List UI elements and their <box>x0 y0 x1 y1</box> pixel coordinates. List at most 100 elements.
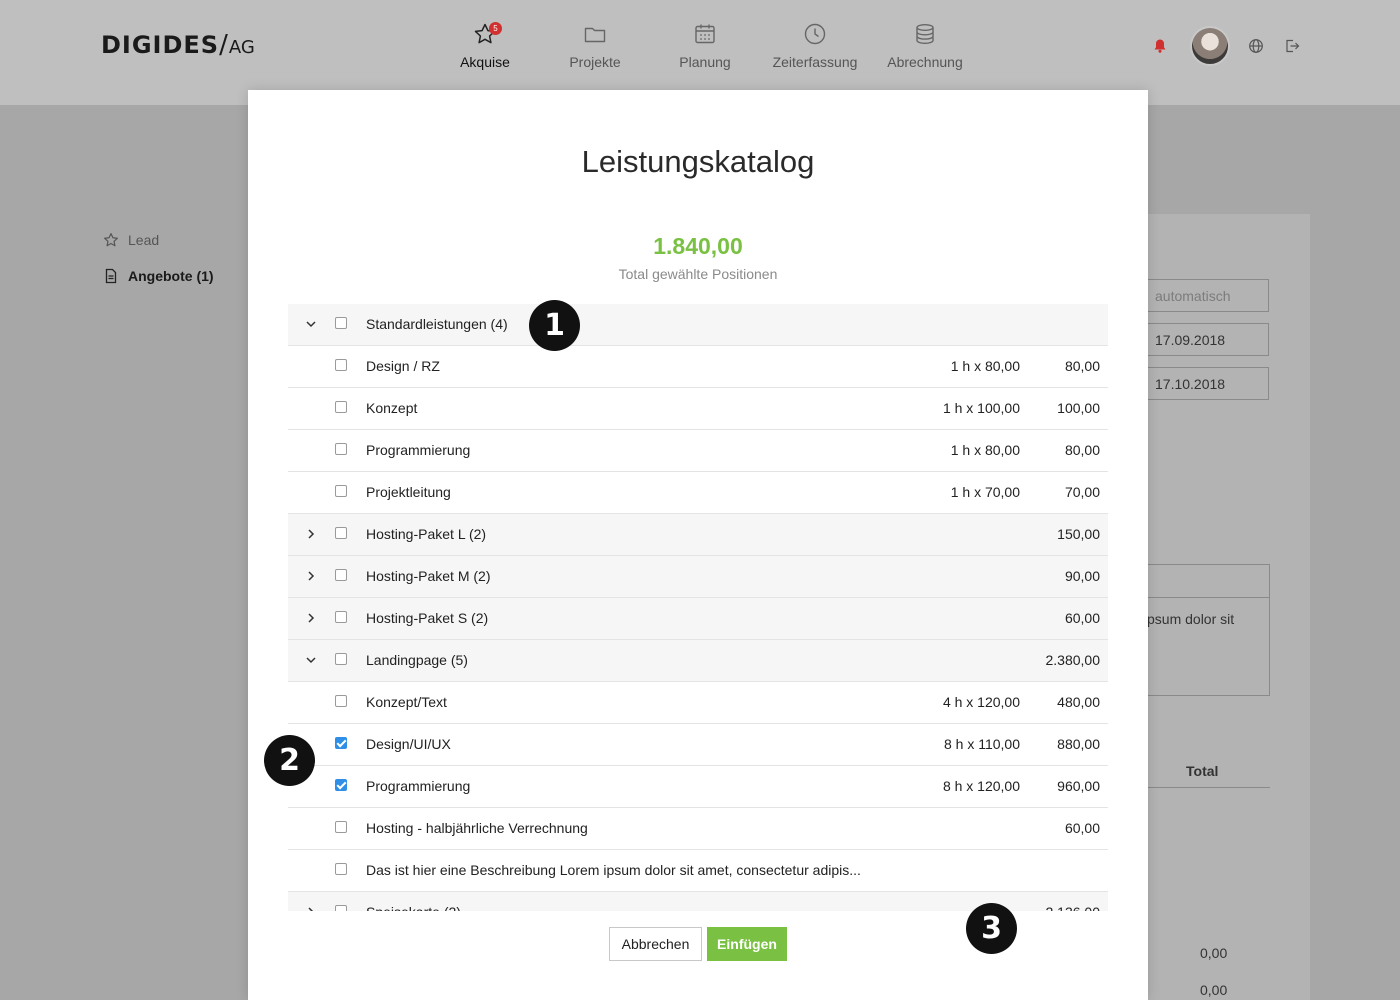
row-label: Design / RZ <box>366 358 440 374</box>
row-amount: 2.380,00 <box>1045 652 1101 668</box>
chevron-down-icon[interactable] <box>305 652 317 668</box>
row-checkbox[interactable] <box>335 905 347 911</box>
sidebar-item-lead[interactable]: Lead <box>103 232 159 248</box>
nav-label: Abrechnung <box>887 54 963 70</box>
catalog-item-row[interactable]: Design / RZ 1 h x 80,00 80,00 <box>288 346 1108 388</box>
catalog-item-row[interactable]: Konzept 1 h x 100,00 100,00 <box>288 388 1108 430</box>
row-checkbox[interactable] <box>335 611 347 623</box>
row-label: Design/UI/UX <box>366 736 451 752</box>
logo[interactable]: DIGIDES/AG <box>101 30 255 60</box>
chevron-right-icon[interactable] <box>305 610 317 626</box>
row-amount: 960,00 <box>1057 778 1100 794</box>
chevron-right-icon[interactable] <box>305 526 317 542</box>
row-checkbox[interactable] <box>335 779 347 791</box>
row-checkbox[interactable] <box>335 569 347 581</box>
row-amount: 80,00 <box>1064 442 1100 458</box>
row-checkbox[interactable] <box>335 317 347 329</box>
selected-total-value: 1.840,00 <box>653 233 743 259</box>
valid-until-field[interactable]: 17.10.2018 <box>1140 367 1269 400</box>
row-quantity: 8 h x 120,00 <box>942 778 1020 794</box>
catalog-item-row[interactable]: Programmierung 8 h x 120,00 960,00 <box>288 766 1108 808</box>
nav-label: Planung <box>679 54 731 70</box>
catalog-item-row[interactable]: Projektleitung 1 h x 70,00 70,00 <box>288 472 1108 514</box>
catalog-item-row[interactable]: Programmierung 1 h x 80,00 80,00 <box>288 430 1108 472</box>
row-amount: 880,00 <box>1057 736 1100 752</box>
chevron-down-icon[interactable] <box>305 316 317 332</box>
row-amount: 60,00 <box>1064 610 1100 626</box>
catalog-group-row[interactable]: Hosting-Paket M (2) 90,00 <box>288 556 1108 598</box>
logo-suffix: AG <box>228 37 255 58</box>
catalog-group-row[interactable]: Hosting-Paket L (2) 150,00 <box>288 514 1108 556</box>
chevron-right-icon[interactable] <box>305 904 317 911</box>
row-checkbox[interactable] <box>335 821 347 833</box>
row-label: Das ist hier eine Beschreibung Lorem ips… <box>366 862 861 878</box>
sidebar-item-label: Lead <box>128 232 160 248</box>
row-label: Projektleitung <box>366 484 451 500</box>
total-value: 0,00 <box>1200 982 1228 998</box>
row-checkbox[interactable] <box>335 359 347 371</box>
catalog-group-row[interactable]: Landingpage (5) 2.380,00 <box>288 640 1108 682</box>
sidebar-item-label: Angebote (1) <box>128 268 214 284</box>
row-checkbox[interactable] <box>335 401 347 413</box>
row-label: Speisekarte (2) <box>366 904 461 911</box>
row-checkbox[interactable] <box>335 737 347 749</box>
catalog-item-row[interactable]: Design/UI/UX 8 h x 110,00 880,00 <box>288 724 1108 766</box>
catalog-item-row[interactable]: Konzept/Text 4 h x 120,00 480,00 <box>288 682 1108 724</box>
notification-badge: 5 <box>489 22 502 35</box>
logout-icon[interactable] <box>1284 38 1300 54</box>
row-amount: 100,00 <box>1057 400 1100 416</box>
row-checkbox[interactable] <box>335 863 347 875</box>
catalog-group-row[interactable]: Hosting-Paket S (2) 60,00 <box>288 598 1108 640</box>
insert-button[interactable]: Einfügen <box>707 927 787 961</box>
database-icon <box>916 24 934 45</box>
sidebar-item-angebote[interactable]: Angebote (1) <box>103 268 214 284</box>
row-checkbox[interactable] <box>335 527 347 539</box>
offer-number-field[interactable]: automatisch <box>1140 279 1269 312</box>
row-amount: 480,00 <box>1057 694 1100 710</box>
row-label: Hosting-Paket S (2) <box>366 610 489 626</box>
calendar-icon <box>695 24 715 44</box>
nav-item-akquise[interactable]: 5 Akquise <box>430 22 540 70</box>
row-quantity: 8 h x 110,00 <box>943 736 1020 752</box>
row-label: Hosting-Paket L (2) <box>366 526 487 542</box>
catalog-item-row[interactable]: Hosting - halbjährliche Verrechnung 60,00 <box>288 808 1108 850</box>
total-column-header: Total <box>1186 763 1219 779</box>
catalog-item-row[interactable]: Das ist hier eine Beschreibung Lorem ips… <box>288 850 1108 892</box>
divider <box>1141 597 1269 598</box>
catalog-list[interactable]: Standardleistungen (4) Design / RZ 1 h x 8… <box>288 304 1108 911</box>
step-marker-1: 1 <box>529 300 580 351</box>
bell-icon[interactable] <box>1152 38 1168 54</box>
nav-item-zeiterfassung[interactable]: Zeiterfassung <box>760 22 870 70</box>
main-nav: 5 Akquise Projekte Planung Zeiterfassung… <box>430 22 980 70</box>
cancel-button[interactable]: Abbrechen <box>609 927 702 961</box>
total-value: 0,00 <box>1200 945 1228 961</box>
description-box[interactable]: psum dolor sit <box>1140 564 1270 696</box>
row-label: Konzept <box>366 400 418 416</box>
row-checkbox[interactable] <box>335 695 347 707</box>
row-label: Landingpage (5) <box>366 652 468 668</box>
nav-label: Zeiterfassung <box>772 54 858 70</box>
row-checkbox[interactable] <box>335 485 347 497</box>
nav-label: Projekte <box>569 54 621 70</box>
row-label: Hosting - halbjährliche Verrechnung <box>366 820 588 836</box>
nav-item-abrechnung[interactable]: Abrechnung <box>870 22 980 70</box>
row-amount: 2.136,00 <box>1046 904 1101 911</box>
globe-icon[interactable] <box>1248 38 1264 54</box>
service-catalog-modal: Leistungskatalog 1.840,00 Total gewählte… <box>248 90 1148 1000</box>
row-checkbox[interactable] <box>335 443 347 455</box>
row-amount: 60,00 <box>1064 820 1100 836</box>
nav-item-planung[interactable]: Planung <box>650 22 760 70</box>
avatar[interactable] <box>1190 26 1230 66</box>
row-amount: 80,00 <box>1064 358 1100 374</box>
logo-slash: / <box>219 30 229 60</box>
selected-total-label: Total gewählte Positionen <box>618 266 778 282</box>
clock-icon <box>804 23 826 45</box>
document-icon <box>105 268 117 284</box>
divider <box>1140 787 1270 788</box>
star-icon <box>104 233 118 247</box>
row-checkbox[interactable] <box>335 653 347 665</box>
catalog-group-row[interactable]: Standardleistungen (4) <box>288 304 1108 346</box>
chevron-right-icon[interactable] <box>305 568 317 584</box>
offer-date-field[interactable]: 17.09.2018 <box>1140 323 1269 356</box>
nav-item-projekte[interactable]: Projekte <box>540 22 650 70</box>
